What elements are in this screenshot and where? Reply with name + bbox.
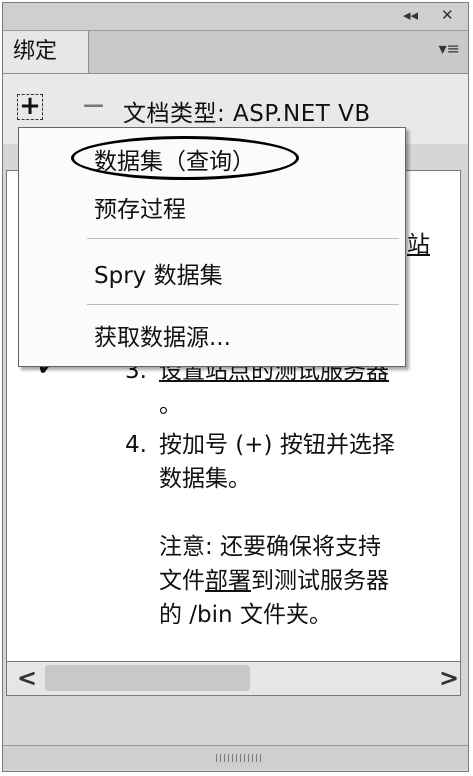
tab-bindings[interactable]: 绑定 <box>3 31 89 73</box>
panel-title-bar: ◂◂ ✕ <box>3 3 468 31</box>
menu-item-spry-dataset[interactable]: Spry 数据集 <box>94 256 223 290</box>
note-line-3: 的 /bin 文件夹。 <box>159 602 332 628</box>
menu-separator <box>87 238 399 239</box>
step-4-line-1: 按加号 (+) 按钮并选择 <box>159 432 395 458</box>
step-4-number: 4. <box>125 432 147 458</box>
menu-item-get-data-source[interactable]: 获取数据源... <box>94 318 231 352</box>
scroll-left-icon[interactable]: < <box>17 664 37 692</box>
instruction-text-fragment: 站 <box>407 232 430 258</box>
collapse-icon[interactable]: ◂◂ <box>403 6 418 24</box>
resize-grip-icon[interactable] <box>216 754 264 762</box>
add-binding-button[interactable]: + <box>17 93 43 120</box>
note-line-2: 文件部署到测试服务器 <box>159 568 389 594</box>
close-icon[interactable]: ✕ <box>441 6 454 24</box>
add-binding-menu: 数据集（查询） 预存过程 Spry 数据集 获取数据源... <box>18 127 406 367</box>
step-3-tail: 。 <box>159 392 182 418</box>
menu-item-stored-procedure[interactable]: 预存过程 <box>94 190 186 224</box>
scroll-right-icon[interactable]: > <box>439 664 459 692</box>
menu-separator <box>87 304 399 305</box>
panel-menu-icon[interactable]: ▾≡ <box>439 39 460 58</box>
menu-item-dataset-query[interactable]: 数据集（查询） <box>94 142 255 176</box>
note-line-1: 注意: 还要确保将支持 <box>159 534 382 560</box>
scrollbar-thumb[interactable] <box>45 665 250 691</box>
deploy-link[interactable]: 部署 <box>205 568 251 594</box>
tab-row: 绑定 ▾≡ <box>3 31 468 74</box>
step-4-line-2: 数据集。 <box>159 466 251 492</box>
remove-binding-button[interactable]: − <box>81 88 106 123</box>
panel-footer <box>3 745 468 769</box>
horizontal-scrollbar[interactable]: < > <box>6 662 461 696</box>
document-type-label: 文档类型: ASP.NET VB <box>123 101 371 127</box>
